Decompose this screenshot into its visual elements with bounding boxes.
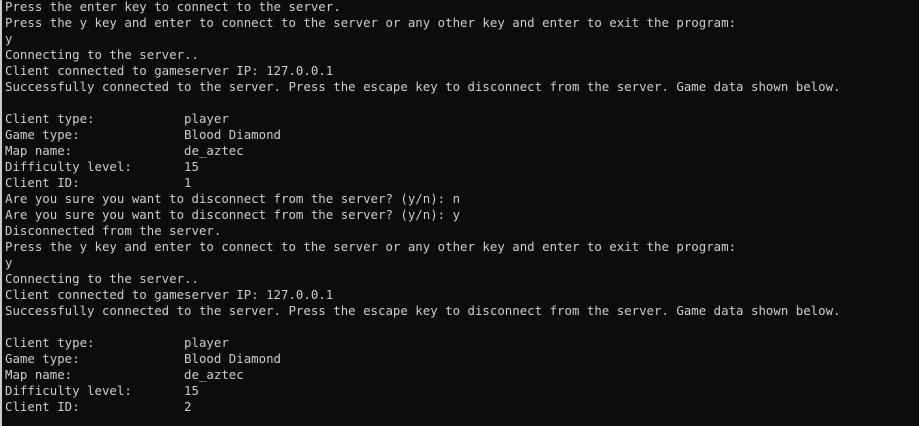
console-left-edge — [0, 0, 2, 426]
console-line: Map name: de_aztec — [5, 367, 244, 382]
console-line: Successfully connected to the server. Pr… — [5, 303, 841, 318]
console-line: y — [5, 255, 13, 270]
console-line: Client ID: 2 — [5, 399, 192, 414]
console-window[interactable]: Press the enter key to connect to the se… — [0, 0, 919, 426]
console-line: Press the enter key to connect to the se… — [5, 0, 341, 14]
console-line: Disconnected from the server. — [5, 223, 222, 238]
console-line: Are you sure you want to disconnect from… — [5, 207, 461, 222]
console-line: Successfully connected to the server. Pr… — [5, 79, 841, 94]
console-line: Press the y key and enter to connect to … — [5, 239, 737, 254]
console-line: Connecting to the server.. — [5, 47, 199, 62]
console-line: Client type: player — [5, 111, 229, 126]
console-line: Map name: de_aztec — [5, 143, 244, 158]
console-line: Game type: Blood Diamond — [5, 351, 282, 366]
console-line: Client connected to gameserver IP: 127.0… — [5, 287, 334, 302]
console-line: Difficulty level: 15 — [5, 383, 199, 398]
console-output: Press the enter key to connect to the se… — [5, 0, 915, 415]
console-line: Press the y key and enter to connect to … — [5, 15, 737, 30]
console-line: Difficulty level: 15 — [5, 159, 199, 174]
console-line: y — [5, 31, 13, 46]
console-line: Game type: Blood Diamond — [5, 127, 282, 142]
console-line: Client connected to gameserver IP: 127.0… — [5, 63, 334, 78]
console-line: Are you sure you want to disconnect from… — [5, 191, 461, 206]
console-line: Connecting to the server.. — [5, 271, 199, 286]
console-line: Client ID: 1 — [5, 175, 192, 190]
console-line: Client type: player — [5, 335, 229, 350]
